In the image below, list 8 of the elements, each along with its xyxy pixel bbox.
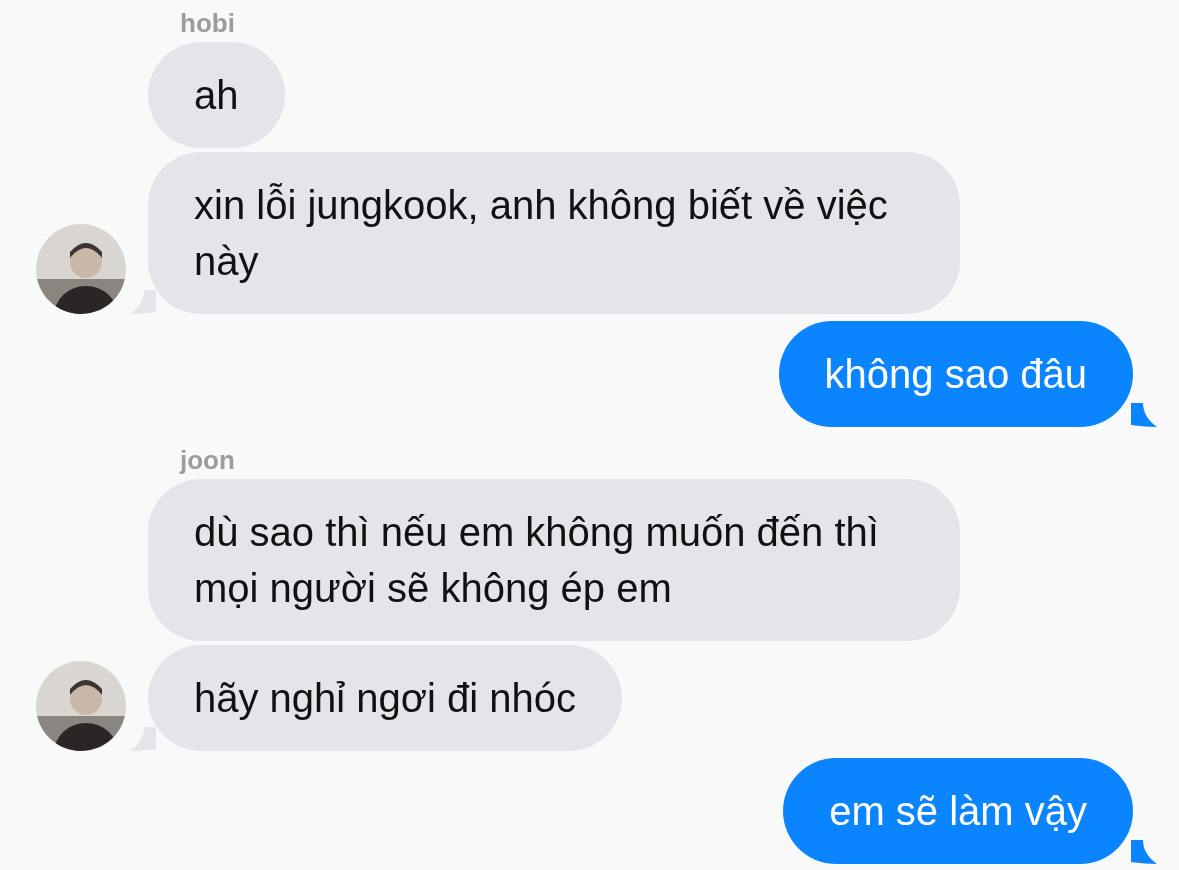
- sender-name: hobi: [180, 8, 235, 38]
- message-bubble: em sẽ làm vậy: [783, 758, 1133, 864]
- message-bubble: ah: [148, 42, 285, 148]
- message-bubble: dù sao thì nếu em không muốn đến thì mọi người sẽ không ép em: [148, 479, 960, 641]
- sender-name: joon: [180, 445, 235, 475]
- message-bubble: xin lỗi jungkook, anh không biết về việc này: [148, 152, 960, 314]
- message-bubble: không sao đâu: [778, 321, 1133, 427]
- message-bubble: hãy nghỉ ngơi đi nhóc: [148, 645, 623, 751]
